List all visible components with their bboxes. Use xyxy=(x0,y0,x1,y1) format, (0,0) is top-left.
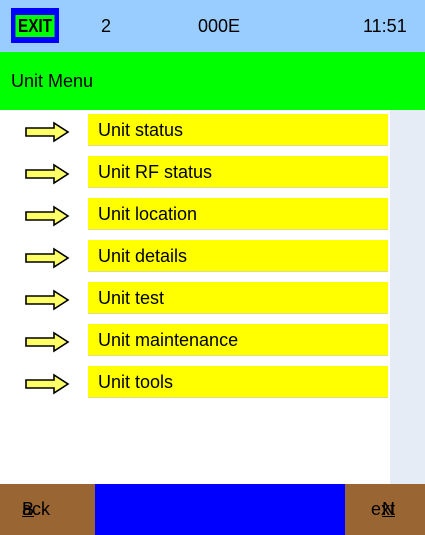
menu-item[interactable]: Unit details xyxy=(0,236,390,278)
bottom-nav-bar: Back Next xyxy=(0,484,425,535)
back-button[interactable]: Back xyxy=(0,484,95,535)
status-number: 2 xyxy=(101,16,112,36)
right-arrow-icon[interactable] xyxy=(24,372,70,396)
back-button-label: ack xyxy=(22,499,51,519)
exit-button[interactable]: EXIT xyxy=(11,8,59,43)
menu-item[interactable]: Unit RF status xyxy=(0,152,390,194)
scrollbar-area xyxy=(390,110,425,484)
menu-item-label[interactable]: Unit tools xyxy=(88,366,388,398)
page-title-bar: Unit Menu xyxy=(0,52,425,110)
menu-item-label[interactable]: Unit details xyxy=(88,240,388,272)
right-arrow-icon[interactable] xyxy=(24,246,70,270)
menu-item-label[interactable]: Unit RF status xyxy=(88,156,388,188)
right-arrow-icon[interactable] xyxy=(24,204,70,228)
right-arrow-icon[interactable] xyxy=(24,288,70,312)
right-arrow-icon[interactable] xyxy=(24,330,70,354)
right-arrow-icon[interactable] xyxy=(24,162,70,186)
menu-item-label[interactable]: Unit status xyxy=(88,114,388,146)
menu-item[interactable]: Unit test xyxy=(0,278,390,320)
menu-item[interactable]: Unit status xyxy=(0,110,390,152)
status-time: 11:51 xyxy=(363,16,407,36)
menu-item-label[interactable]: Unit location xyxy=(88,198,388,230)
status-code: 000E xyxy=(198,16,241,36)
menu-item-label[interactable]: Unit maintenance xyxy=(88,324,388,356)
menu-item[interactable]: Unit tools xyxy=(0,362,390,404)
menu-item-label[interactable]: Unit test xyxy=(88,282,388,314)
status-bar: EXIT 2 000E 11:51 xyxy=(0,0,425,52)
menu-item[interactable]: Unit maintenance xyxy=(0,320,390,362)
next-button-label: ext xyxy=(370,499,395,519)
exit-label: EXIT xyxy=(15,14,55,37)
next-button[interactable]: Next xyxy=(345,484,425,535)
menu-item[interactable]: Unit location xyxy=(0,194,390,236)
right-arrow-icon[interactable] xyxy=(24,120,70,144)
page-title: Unit Menu xyxy=(11,71,94,91)
